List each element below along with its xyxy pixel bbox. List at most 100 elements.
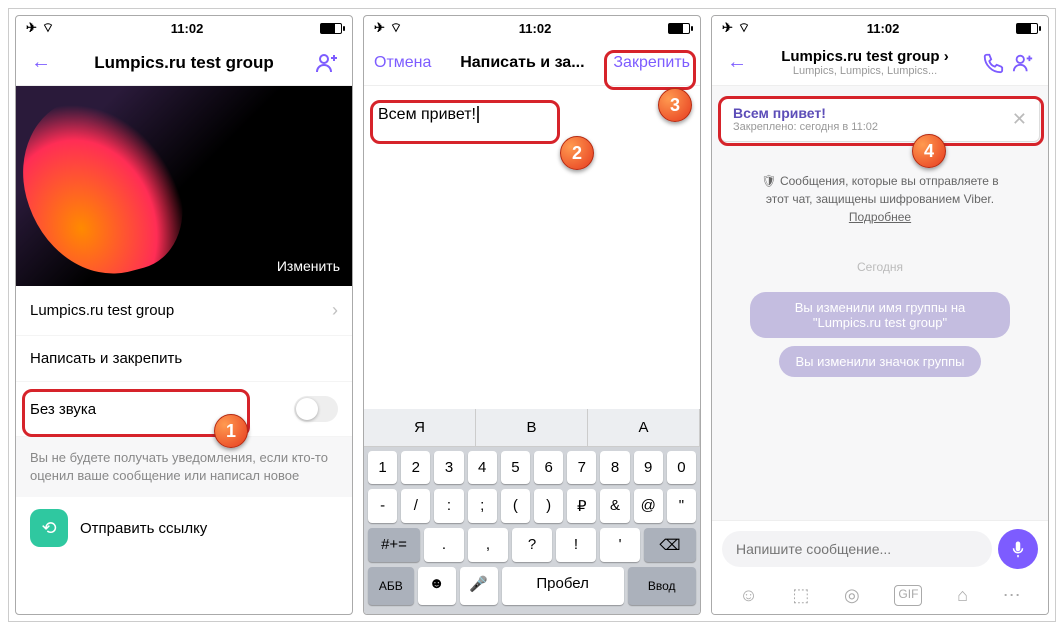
emoji-key[interactable]: ☻ <box>418 567 456 605</box>
wifi-icon: ⌔ <box>42 20 54 36</box>
pinned-text: Всем привет! <box>733 105 878 121</box>
airplane-icon: ✈ <box>374 20 385 36</box>
header: ← Lumpics.ru test group <box>16 40 352 86</box>
key[interactable]: ( <box>501 489 530 523</box>
keyboard: 1234567890 -/:;()₽&@" #+= . , ? ! ' ⌫ АБ… <box>364 447 700 614</box>
gallery-icon[interactable]: ⬚ <box>792 585 809 606</box>
mute-note: Вы не будете получать уведомления, если … <box>16 437 352 497</box>
battery-icon <box>1016 23 1038 34</box>
chat-toolbar: ☺ ⬚ ◎ GIF ⌂ ⋯ <box>712 577 1048 614</box>
annotation-3: 3 <box>658 88 692 122</box>
close-pin-button[interactable]: ✕ <box>1012 109 1027 130</box>
suggestion-2[interactable]: В <box>476 409 588 446</box>
key[interactable]: @ <box>634 489 663 523</box>
key-7[interactable]: 7 <box>567 451 596 484</box>
key-0[interactable]: 0 <box>667 451 696 484</box>
clock: 11:02 <box>867 21 900 36</box>
encryption-notice: 🛡 Сообщения, которые вы отправляете в эт… <box>742 162 1018 236</box>
chevron-right-icon: › <box>332 300 338 321</box>
message-input[interactable] <box>722 531 992 567</box>
key[interactable]: ₽ <box>567 489 596 523</box>
screen-group-info: ✈⌔ 11:02 ← Lumpics.ru test group Изменит… <box>15 15 353 615</box>
key-8[interactable]: 8 <box>600 451 629 484</box>
more-icon[interactable]: ⋯ <box>1003 585 1021 606</box>
call-button[interactable] <box>978 52 1008 74</box>
mic-key[interactable]: 🎤 <box>460 567 498 605</box>
share-icon: ⟲ <box>30 509 68 547</box>
mute-label: Без звука <box>30 401 96 418</box>
battery-icon <box>668 23 690 34</box>
status-bar: ✈ ⌔ 11:02 <box>712 16 1048 40</box>
key-bang[interactable]: ! <box>556 528 596 562</box>
share-link-row[interactable]: ⟲ Отправить ссылку <box>16 497 352 559</box>
key-1[interactable]: 1 <box>368 451 397 484</box>
pinned-meta: Закреплено: сегодня в 11:02 <box>733 121 878 133</box>
airplane-icon: ✈ <box>722 20 733 36</box>
key-apostrophe[interactable]: ' <box>600 528 640 562</box>
annotation-4: 4 <box>912 134 946 168</box>
pin-button[interactable]: Закрепить <box>613 54 690 72</box>
sticker-icon[interactable]: ☺ <box>739 585 757 606</box>
add-user-button[interactable] <box>1008 52 1038 74</box>
back-button[interactable]: ← <box>26 51 56 74</box>
camera-icon[interactable]: ◎ <box>844 585 860 606</box>
system-message: Вы изменили значок группы <box>779 346 980 377</box>
voice-message-button[interactable] <box>998 529 1038 569</box>
key-dot[interactable]: . <box>424 528 464 562</box>
message-input-bar <box>712 520 1048 577</box>
backspace-key[interactable]: ⌫ <box>644 528 696 562</box>
back-button[interactable]: ← <box>722 51 752 74</box>
abc-key[interactable]: АБВ <box>368 567 414 605</box>
cancel-button[interactable]: Отмена <box>374 54 431 72</box>
clock: 11:02 <box>171 21 204 36</box>
date-divider: Сегодня <box>712 260 1048 274</box>
gif-icon[interactable]: GIF <box>894 585 922 606</box>
pin-text-input[interactable]: Всем привет! <box>364 86 700 144</box>
key[interactable]: & <box>600 489 629 523</box>
chat-title-wrap[interactable]: Lumpics.ru test group › Lumpics, Lumpics… <box>752 48 978 77</box>
wifi-icon: ⌔ <box>738 20 750 36</box>
mute-toggle[interactable] <box>294 396 338 422</box>
enter-key[interactable]: Ввод <box>628 567 696 605</box>
status-bar: ✈⌔ 11:02 <box>16 16 352 40</box>
group-name-row[interactable]: Lumpics.ru test group › <box>16 286 352 336</box>
key-3[interactable]: 3 <box>434 451 463 484</box>
key[interactable]: / <box>401 489 430 523</box>
key-4[interactable]: 4 <box>468 451 497 484</box>
shop-icon[interactable]: ⌂ <box>957 585 968 606</box>
key-9[interactable]: 9 <box>634 451 663 484</box>
edit-cover-button[interactable]: Изменить <box>277 258 340 274</box>
key-question[interactable]: ? <box>512 528 552 562</box>
key[interactable]: - <box>368 489 397 523</box>
key[interactable]: ; <box>468 489 497 523</box>
key-6[interactable]: 6 <box>534 451 563 484</box>
suggestion-1[interactable]: Я <box>364 409 476 446</box>
pinned-message[interactable]: Всем привет! Закреплено: сегодня в 11:02… <box>720 96 1040 142</box>
clock: 11:02 <box>519 21 552 36</box>
screen-chat: ✈ ⌔ 11:02 ← Lumpics.ru test group › Lumpi… <box>711 15 1049 615</box>
symbols-key[interactable]: #+= <box>368 528 420 562</box>
group-cover[interactable]: Изменить <box>16 86 352 286</box>
key-comma[interactable]: , <box>468 528 508 562</box>
learn-more-link[interactable]: Подробнее <box>849 210 911 224</box>
add-user-button[interactable] <box>312 51 342 75</box>
screen-compose-pin: ✈⌔ 11:02 Отмена Написать и за... Закрепи… <box>363 15 701 615</box>
battery-icon <box>320 23 342 34</box>
key-2[interactable]: 2 <box>401 451 430 484</box>
page-title: Lumpics.ru test group <box>56 53 312 73</box>
key[interactable]: " <box>667 489 696 523</box>
key-5[interactable]: 5 <box>501 451 530 484</box>
key[interactable]: : <box>434 489 463 523</box>
header: Отмена Написать и за... Закрепить <box>364 40 700 86</box>
keyboard-suggestions: Я В А <box>364 409 700 447</box>
annotation-2: 2 <box>560 136 594 170</box>
page-title: Написать и за... <box>431 54 613 72</box>
annotation-1: 1 <box>214 414 248 448</box>
space-key[interactable]: Пробел <box>502 567 624 605</box>
suggestion-3[interactable]: А <box>588 409 700 446</box>
system-message: Вы изменили имя группы на "Lumpics.ru te… <box>750 292 1010 338</box>
write-and-pin-label: Написать и закрепить <box>30 350 182 367</box>
group-name-label: Lumpics.ru test group <box>30 302 174 319</box>
write-and-pin-row[interactable]: Написать и закрепить <box>16 336 352 382</box>
key[interactable]: ) <box>534 489 563 523</box>
